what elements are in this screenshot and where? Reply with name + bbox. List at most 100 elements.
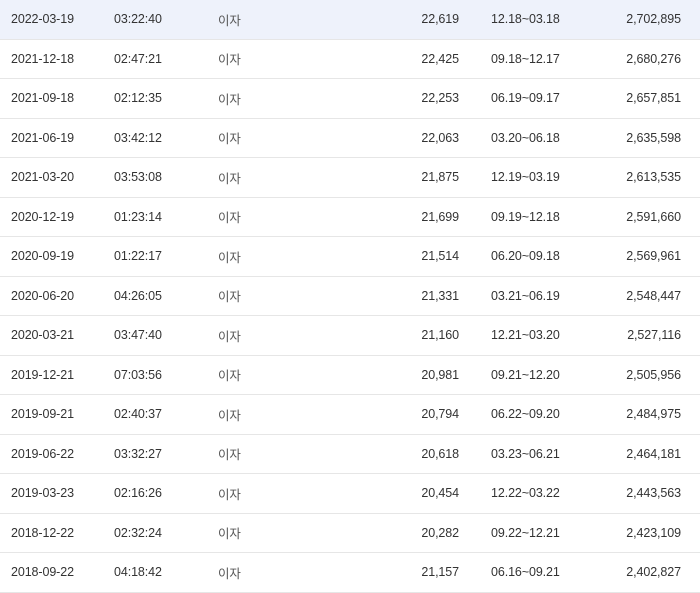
transaction-type: 이자: [218, 408, 241, 423]
balance: 2,402,827: [626, 565, 681, 580]
transaction-type: 이자: [218, 329, 241, 344]
transaction-date: 2019-12-21: [11, 367, 74, 382]
transaction-date: 2021-09-18: [11, 91, 74, 106]
transaction-time: 03:42:12: [114, 130, 162, 145]
balance: 2,702,895: [626, 12, 681, 27]
transaction-date: 2022-03-19: [11, 12, 74, 27]
transaction-time: 03:32:27: [114, 446, 162, 461]
transaction-time: 03:53:08: [114, 170, 162, 185]
transaction-amount: 21,875: [421, 170, 459, 185]
interest-period: 06.20~09.18: [491, 249, 560, 264]
transaction-amount: 22,425: [421, 51, 459, 66]
interest-period: 12.19~03.19: [491, 170, 560, 185]
transaction-time: 07:03:56: [114, 367, 162, 382]
table-row[interactable]: 2021-03-20 03:53:08 이자 21,875 12.19~03.1…: [0, 158, 700, 198]
transaction-type: 이자: [218, 171, 241, 186]
transaction-time: 03:47:40: [114, 328, 162, 343]
transaction-type: 이자: [218, 211, 241, 226]
transaction-amount: 20,618: [421, 446, 459, 461]
table-row[interactable]: 2020-09-19 01:22:17 이자 21,514 06.20~09.1…: [0, 237, 700, 277]
transaction-time: 02:40:37: [114, 407, 162, 422]
transaction-date: 2018-09-22: [11, 565, 74, 580]
table-row[interactable]: 2020-03-21 03:47:40 이자 21,160 12.21~03.2…: [0, 316, 700, 356]
transaction-type: 이자: [218, 290, 241, 305]
transaction-type: 이자: [218, 487, 241, 502]
balance: 2,443,563: [626, 486, 681, 501]
interest-period: 03.23~06.21: [491, 446, 560, 461]
table-row[interactable]: 2018-12-22 02:32:24 이자 20,282 09.22~12.2…: [0, 514, 700, 553]
interest-period: 12.18~03.18: [491, 12, 560, 27]
balance: 2,423,109: [626, 525, 681, 540]
table-row[interactable]: 2021-06-19 03:42:12 이자 22,063 03.20~06.1…: [0, 119, 700, 158]
transaction-type: 이자: [218, 13, 241, 28]
transaction-history-table: 2022-03-19 03:22:40 이자 22,619 12.18~03.1…: [0, 0, 700, 593]
transaction-time: 02:16:26: [114, 486, 162, 501]
interest-period: 09.19~12.18: [491, 209, 560, 224]
transaction-time: 02:47:21: [114, 51, 162, 66]
interest-period: 06.16~09.21: [491, 565, 560, 580]
table-row[interactable]: 2019-06-22 03:32:27 이자 20,618 03.23~06.2…: [0, 435, 700, 474]
transaction-time: 01:22:17: [114, 249, 162, 264]
table-row[interactable]: 2021-12-18 02:47:21 이자 22,425 09.18~12.1…: [0, 40, 700, 79]
transaction-date: 2019-06-22: [11, 446, 74, 461]
transaction-amount: 22,619: [421, 12, 459, 27]
transaction-date: 2020-12-19: [11, 209, 74, 224]
transaction-time: 04:18:42: [114, 565, 162, 580]
transaction-amount: 20,981: [421, 367, 459, 382]
transaction-date: 2018-12-22: [11, 525, 74, 540]
balance: 2,569,961: [626, 249, 681, 264]
transaction-time: 04:26:05: [114, 288, 162, 303]
transaction-time: 03:22:40: [114, 12, 162, 27]
transaction-type: 이자: [218, 250, 241, 265]
transaction-amount: 20,282: [421, 525, 459, 540]
transaction-date: 2020-03-21: [11, 328, 74, 343]
transaction-amount: 20,454: [421, 486, 459, 501]
transaction-date: 2021-12-18: [11, 51, 74, 66]
interest-period: 09.18~12.17: [491, 51, 560, 66]
interest-period: 12.21~03.20: [491, 328, 560, 343]
interest-period: 03.20~06.18: [491, 130, 560, 145]
transaction-type: 이자: [218, 369, 241, 384]
transaction-date: 2021-06-19: [11, 130, 74, 145]
transaction-amount: 20,794: [421, 407, 459, 422]
transaction-type: 이자: [218, 527, 241, 542]
table-row[interactable]: 2019-09-21 02:40:37 이자 20,794 06.22~09.2…: [0, 395, 700, 435]
transaction-amount: 21,699: [421, 209, 459, 224]
transaction-time: 02:12:35: [114, 91, 162, 106]
transaction-amount: 21,157: [421, 565, 459, 580]
balance: 2,548,447: [626, 288, 681, 303]
table-row[interactable]: 2019-03-23 02:16:26 이자 20,454 12.22~03.2…: [0, 474, 700, 514]
table-row[interactable]: 2020-06-20 04:26:05 이자 21,331 03.21~06.1…: [0, 277, 700, 316]
transaction-type: 이자: [218, 53, 241, 68]
balance: 2,484,975: [626, 407, 681, 422]
transaction-amount: 21,331: [421, 288, 459, 303]
transaction-amount: 21,160: [421, 328, 459, 343]
balance: 2,657,851: [626, 91, 681, 106]
table-row[interactable]: 2020-12-19 01:23:14 이자 21,699 09.19~12.1…: [0, 198, 700, 237]
table-row[interactable]: 2022-03-19 03:22:40 이자 22,619 12.18~03.1…: [0, 0, 700, 40]
transaction-date: 2019-03-23: [11, 486, 74, 501]
transaction-type: 이자: [218, 132, 241, 147]
transaction-amount: 22,253: [421, 91, 459, 106]
balance: 2,464,181: [626, 446, 681, 461]
interest-period: 09.22~12.21: [491, 525, 560, 540]
transaction-date: 2019-09-21: [11, 407, 74, 422]
transaction-amount: 21,514: [421, 249, 459, 264]
interest-period: 06.19~09.17: [491, 91, 560, 106]
interest-period: 06.22~09.20: [491, 407, 560, 422]
balance: 2,505,956: [626, 367, 681, 382]
balance: 2,635,598: [626, 130, 681, 145]
transaction-date: 2020-06-20: [11, 288, 74, 303]
table-row[interactable]: 2021-09-18 02:12:35 이자 22,253 06.19~09.1…: [0, 79, 700, 119]
transaction-time: 01:23:14: [114, 209, 162, 224]
transaction-date: 2020-09-19: [11, 249, 74, 264]
transaction-date: 2021-03-20: [11, 170, 74, 185]
interest-period: 09.21~12.20: [491, 367, 560, 382]
table-row[interactable]: 2019-12-21 07:03:56 이자 20,981 09.21~12.2…: [0, 356, 700, 395]
transaction-type: 이자: [218, 448, 241, 463]
balance: 2,680,276: [626, 51, 681, 66]
table-row[interactable]: 2018-09-22 04:18:42 이자 21,157 06.16~09.2…: [0, 553, 700, 593]
interest-period: 12.22~03.22: [491, 486, 560, 501]
balance: 2,613,535: [626, 170, 681, 185]
transaction-type: 이자: [218, 92, 241, 107]
